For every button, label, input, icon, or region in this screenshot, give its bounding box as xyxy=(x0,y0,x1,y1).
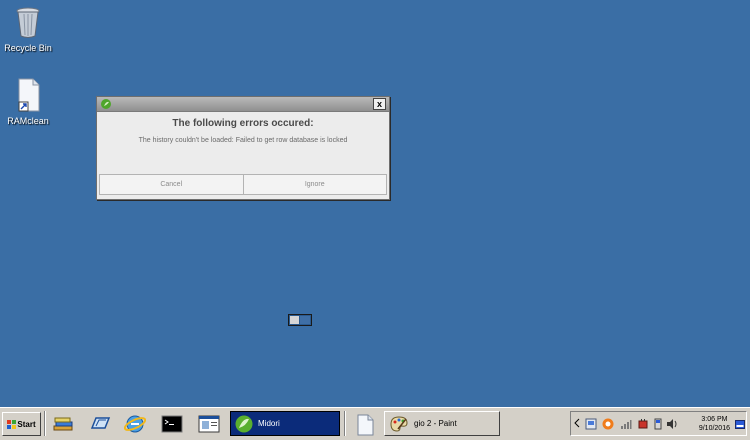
blank-document-icon[interactable] xyxy=(356,414,374,436)
avast-antivirus-icon[interactable] xyxy=(602,418,614,430)
desktop-icon-ramclean[interactable]: RAMclean xyxy=(0,78,60,126)
recycle-bin-icon xyxy=(16,7,40,38)
clock-time: 3:06 PM xyxy=(701,416,728,423)
dialog-button-row: Cancel Ignore xyxy=(99,174,387,195)
command-prompt-icon[interactable] xyxy=(161,414,183,434)
volume-icon[interactable] xyxy=(666,418,678,430)
start-button[interactable]: Start xyxy=(2,412,41,436)
dialog-message: The history couldn't be loaded: Failed t… xyxy=(138,137,348,144)
ramclean-label: RAMclean xyxy=(7,116,49,126)
books-icon[interactable] xyxy=(52,414,74,434)
midori-icon xyxy=(235,415,253,432)
file-shortcut-icon xyxy=(18,78,40,112)
start-label: Start xyxy=(17,419,36,429)
ignore-button[interactable]: Ignore xyxy=(243,174,387,195)
tray-expand-icon[interactable] xyxy=(574,418,580,428)
dialog-heading: The following errors occured: xyxy=(172,118,314,129)
taskbar-separator xyxy=(44,411,46,436)
taskbar-label-midori: Midori xyxy=(258,419,280,428)
display-properties-icon[interactable] xyxy=(89,414,111,434)
taskbar: Start Midori gio 2 - Paint 3:06 PM 9/10/… xyxy=(0,407,750,440)
internet-explorer-icon[interactable] xyxy=(124,414,146,434)
taskbar-separator xyxy=(344,411,346,436)
window-app-icon[interactable] xyxy=(198,414,220,434)
system-tray: 3:06 PM 9/10/2016 xyxy=(570,411,747,436)
paint-palette-icon xyxy=(390,415,408,432)
cancel-button[interactable]: Cancel xyxy=(99,174,244,195)
clock[interactable]: 3:06 PM 9/10/2016 xyxy=(699,415,730,433)
midori-leaf-icon xyxy=(101,99,111,109)
taskbar-label-paint: gio 2 - Paint xyxy=(414,419,457,428)
desktop-icon-recycle-bin[interactable]: Recycle Bin xyxy=(0,5,60,53)
network-status-icon[interactable] xyxy=(585,418,597,430)
taskbar-button-midori[interactable]: Midori xyxy=(230,411,340,436)
recycle-bin-label: Recycle Bin xyxy=(4,43,52,53)
close-button[interactable]: x xyxy=(373,98,386,110)
show-desktop-icon[interactable] xyxy=(735,420,745,429)
windows-logo-icon xyxy=(7,419,17,429)
dialog-titlebar[interactable]: x xyxy=(97,97,389,112)
usb-device-icon[interactable] xyxy=(653,418,663,430)
taskbar-button-paint[interactable]: gio 2 - Paint xyxy=(384,411,500,436)
power-plug-icon[interactable] xyxy=(637,418,649,430)
signal-strength-icon[interactable] xyxy=(620,418,632,430)
error-dialog: x The following errors occured: The hist… xyxy=(96,96,390,200)
clock-date: 9/10/2016 xyxy=(698,425,730,432)
window-placeholder-icon xyxy=(288,314,312,326)
